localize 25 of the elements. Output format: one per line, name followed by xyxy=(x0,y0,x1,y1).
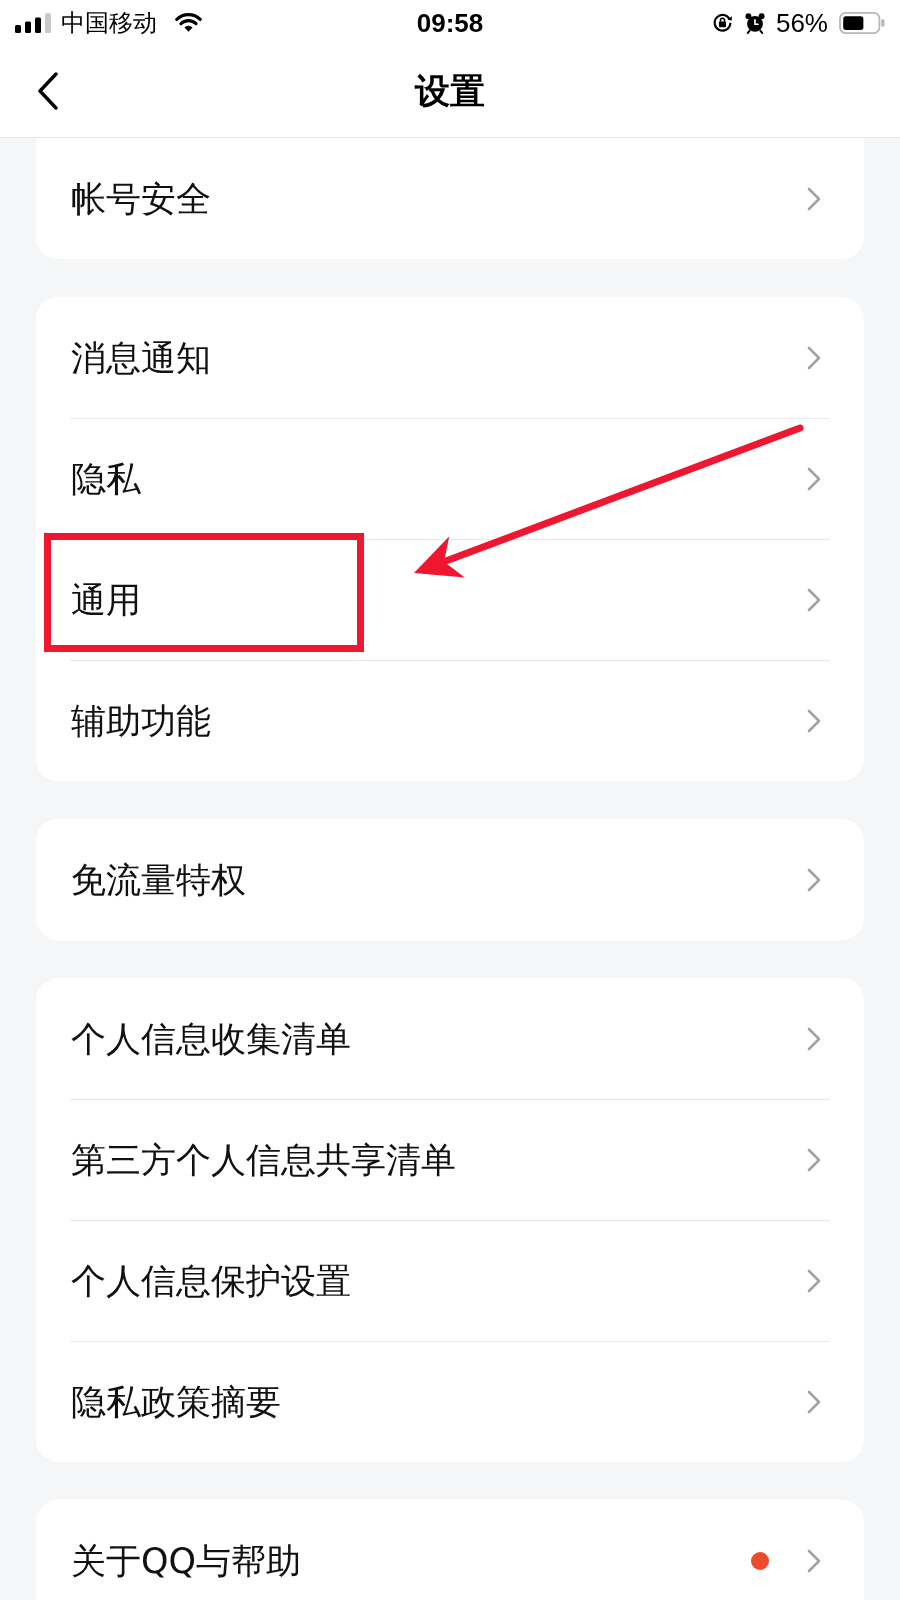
settings-item[interactable]: 关于QQ与帮助 xyxy=(36,1500,864,1600)
settings-item[interactable]: 免流量特权 xyxy=(36,819,864,940)
chevron-icon xyxy=(807,1268,821,1293)
alarm-clock-icon xyxy=(743,11,766,34)
chevron-icon xyxy=(807,1548,821,1573)
settings-item[interactable]: 帐号安全 xyxy=(36,138,864,259)
chevron-icon xyxy=(807,708,821,733)
chevron-icon xyxy=(807,466,821,491)
battery-percentage: 56% xyxy=(775,9,828,36)
signal-icon xyxy=(15,12,51,33)
chevron-icon xyxy=(807,186,821,211)
wifi-icon xyxy=(175,12,202,33)
clock-time: 09:58 xyxy=(416,9,484,36)
settings-item[interactable]: 消息通知 xyxy=(36,297,864,418)
chevron-icon xyxy=(807,345,821,370)
chevron-icon xyxy=(807,1026,821,1051)
carrier-name: 中国移动 xyxy=(61,10,157,35)
settings-item[interactable]: 个人信息收集清单 xyxy=(36,978,864,1099)
page-title: 设置 xyxy=(415,70,485,112)
battery-icon xyxy=(838,11,886,34)
chevron-icon xyxy=(807,1147,821,1172)
chevron-icon xyxy=(807,867,821,892)
chevron-icon xyxy=(807,587,821,612)
chevron-icon xyxy=(807,1389,821,1414)
back-icon xyxy=(37,72,59,110)
